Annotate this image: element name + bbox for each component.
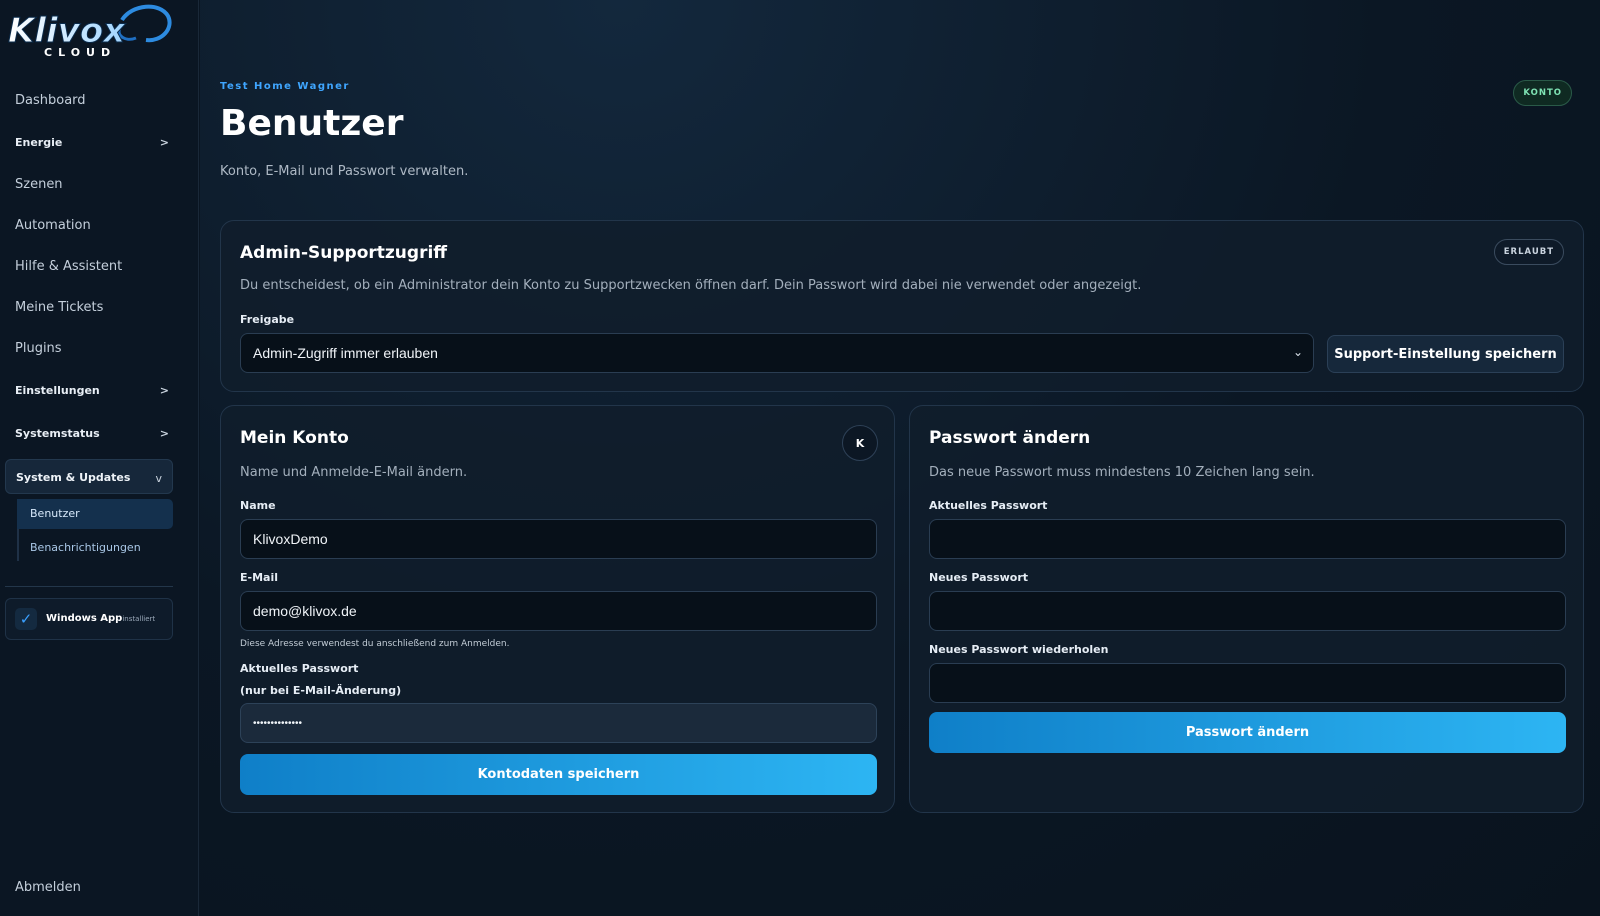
name-value: KlivoxDemo bbox=[253, 531, 328, 547]
repeat-password-label: Neues Passwort wiederholen bbox=[929, 643, 1109, 656]
email-value: demo@klivox.de bbox=[253, 603, 357, 619]
logout-link[interactable]: Abmelden bbox=[15, 880, 81, 895]
current-password-label: Aktuelles Passwort bbox=[240, 662, 359, 675]
nav-label: Szenen bbox=[15, 177, 63, 192]
page-subtitle: Konto, E-Mail und Passwort verwalten. bbox=[220, 164, 469, 179]
nav-label: Dashboard bbox=[15, 93, 86, 108]
password-card-subtitle: Das neue Passwort muss mindestens 10 Zei… bbox=[929, 465, 1315, 480]
current-password-field[interactable]: •••••••••••••• bbox=[240, 703, 877, 743]
email-field[interactable]: demo@klivox.de bbox=[240, 591, 877, 631]
nav-systemstatus[interactable]: Systemstatus > bbox=[15, 427, 175, 440]
freigabe-select[interactable]: Admin-Zugriff immer erlauben ⌄ bbox=[240, 333, 1314, 373]
logo-text: Klivox bbox=[8, 11, 126, 51]
nav-label: Systemstatus bbox=[15, 427, 100, 440]
save-account-button[interactable]: Kontodaten speichern bbox=[240, 754, 877, 795]
konto-badge: KONTO bbox=[1513, 80, 1572, 106]
nav-label: Hilfe & Assistent bbox=[15, 259, 123, 274]
new-password-input[interactable] bbox=[929, 591, 1566, 631]
subnav-label: Benutzer bbox=[30, 507, 80, 520]
chevron-down-icon: ⌄ bbox=[1292, 345, 1303, 359]
subnav-label: Benachrichtigungen bbox=[30, 541, 141, 554]
select-value: Admin-Zugriff immer erlauben bbox=[253, 345, 438, 361]
chevron-down-icon: v bbox=[155, 472, 162, 485]
nav-szenen[interactable]: Szenen bbox=[15, 177, 175, 192]
nav-label: Energie bbox=[15, 136, 63, 149]
page-title: Benutzer bbox=[220, 103, 404, 144]
app-badge-label: Windows Appinstalliert bbox=[46, 613, 155, 624]
nav-plugins[interactable]: Plugins bbox=[15, 341, 175, 356]
home-name: Test Home Wagner bbox=[220, 81, 350, 92]
subnav-benachrichtigungen[interactable]: Benachrichtigungen bbox=[17, 533, 173, 563]
nav-hilfe-assistent[interactable]: Hilfe & Assistent bbox=[15, 259, 175, 274]
support-access-card: Admin-Supportzugriff ERLAUBT Du entschei… bbox=[220, 220, 1584, 392]
current-password-label: Aktuelles Passwort bbox=[929, 499, 1048, 512]
current-password-input[interactable] bbox=[929, 519, 1566, 559]
windows-app-badge[interactable]: ✓ Windows Appinstalliert bbox=[5, 598, 173, 640]
nav-automation[interactable]: Automation bbox=[15, 218, 175, 233]
nav-label: Einstellungen bbox=[15, 384, 100, 397]
account-card-title: Mein Konto bbox=[240, 428, 349, 448]
chevron-right-icon: > bbox=[159, 384, 169, 397]
new-password-label: Neues Passwort bbox=[929, 571, 1029, 584]
password-card-title: Passwort ändern bbox=[929, 428, 1091, 448]
freigabe-label: Freigabe bbox=[240, 313, 295, 326]
avatar: K bbox=[842, 425, 878, 461]
nav-energie[interactable]: Energie > bbox=[15, 136, 175, 149]
nav-system-updates[interactable]: System & Updates v bbox=[5, 459, 173, 494]
main-content: Test Home Wagner Benutzer Konto, E-Mail … bbox=[200, 0, 1600, 916]
divider bbox=[5, 586, 173, 587]
name-field[interactable]: KlivoxDemo bbox=[240, 519, 877, 559]
password-card: Passwort ändern Das neue Passwort muss m… bbox=[909, 405, 1584, 813]
account-card-subtitle: Name und Anmelde-E-Mail ändern. bbox=[240, 465, 468, 480]
email-label: E-Mail bbox=[240, 571, 278, 584]
subnav-benutzer[interactable]: Benutzer bbox=[17, 499, 173, 529]
change-password-button[interactable]: Passwort ändern bbox=[929, 712, 1566, 753]
support-card-title: Admin-Supportzugriff bbox=[240, 243, 448, 263]
chevron-right-icon: > bbox=[159, 136, 169, 149]
password-mask: •••••••••••••• bbox=[253, 717, 303, 729]
email-hint: Diese Adresse verwendest du anschließend… bbox=[240, 639, 510, 649]
repeat-password-input[interactable] bbox=[929, 663, 1566, 703]
app-badge-title: Windows App bbox=[46, 613, 123, 624]
sidebar: Klivox CLOUD Dashboard Energie > Szenen … bbox=[0, 0, 199, 916]
nav-label: Plugins bbox=[15, 341, 62, 356]
support-card-description: Du entscheidest, ob ein Administrator de… bbox=[240, 278, 1142, 293]
account-card: Mein Konto K Name und Anmelde-E-Mail änd… bbox=[220, 405, 895, 813]
name-label: Name bbox=[240, 499, 276, 512]
current-password-sublabel: (nur bei E-Mail-Änderung) bbox=[240, 684, 402, 697]
nav-label: Meine Tickets bbox=[15, 300, 104, 315]
nav-dashboard[interactable]: Dashboard bbox=[15, 93, 175, 108]
nav-meine-tickets[interactable]: Meine Tickets bbox=[15, 300, 175, 315]
app-badge-sub: installiert bbox=[122, 615, 156, 623]
klivox-logo[interactable]: Klivox CLOUD bbox=[4, 2, 174, 60]
logo-subtext: CLOUD bbox=[44, 46, 116, 59]
nav-einstellungen[interactable]: Einstellungen > bbox=[15, 384, 175, 397]
nav-label: Automation bbox=[15, 218, 91, 233]
chevron-right-icon: > bbox=[159, 427, 169, 440]
nav-group-label: System & Updates bbox=[16, 471, 131, 484]
support-status-badge: ERLAUBT bbox=[1493, 239, 1564, 265]
save-support-button[interactable]: Support-Einstellung speichern bbox=[1327, 335, 1564, 373]
check-icon: ✓ bbox=[15, 608, 37, 630]
